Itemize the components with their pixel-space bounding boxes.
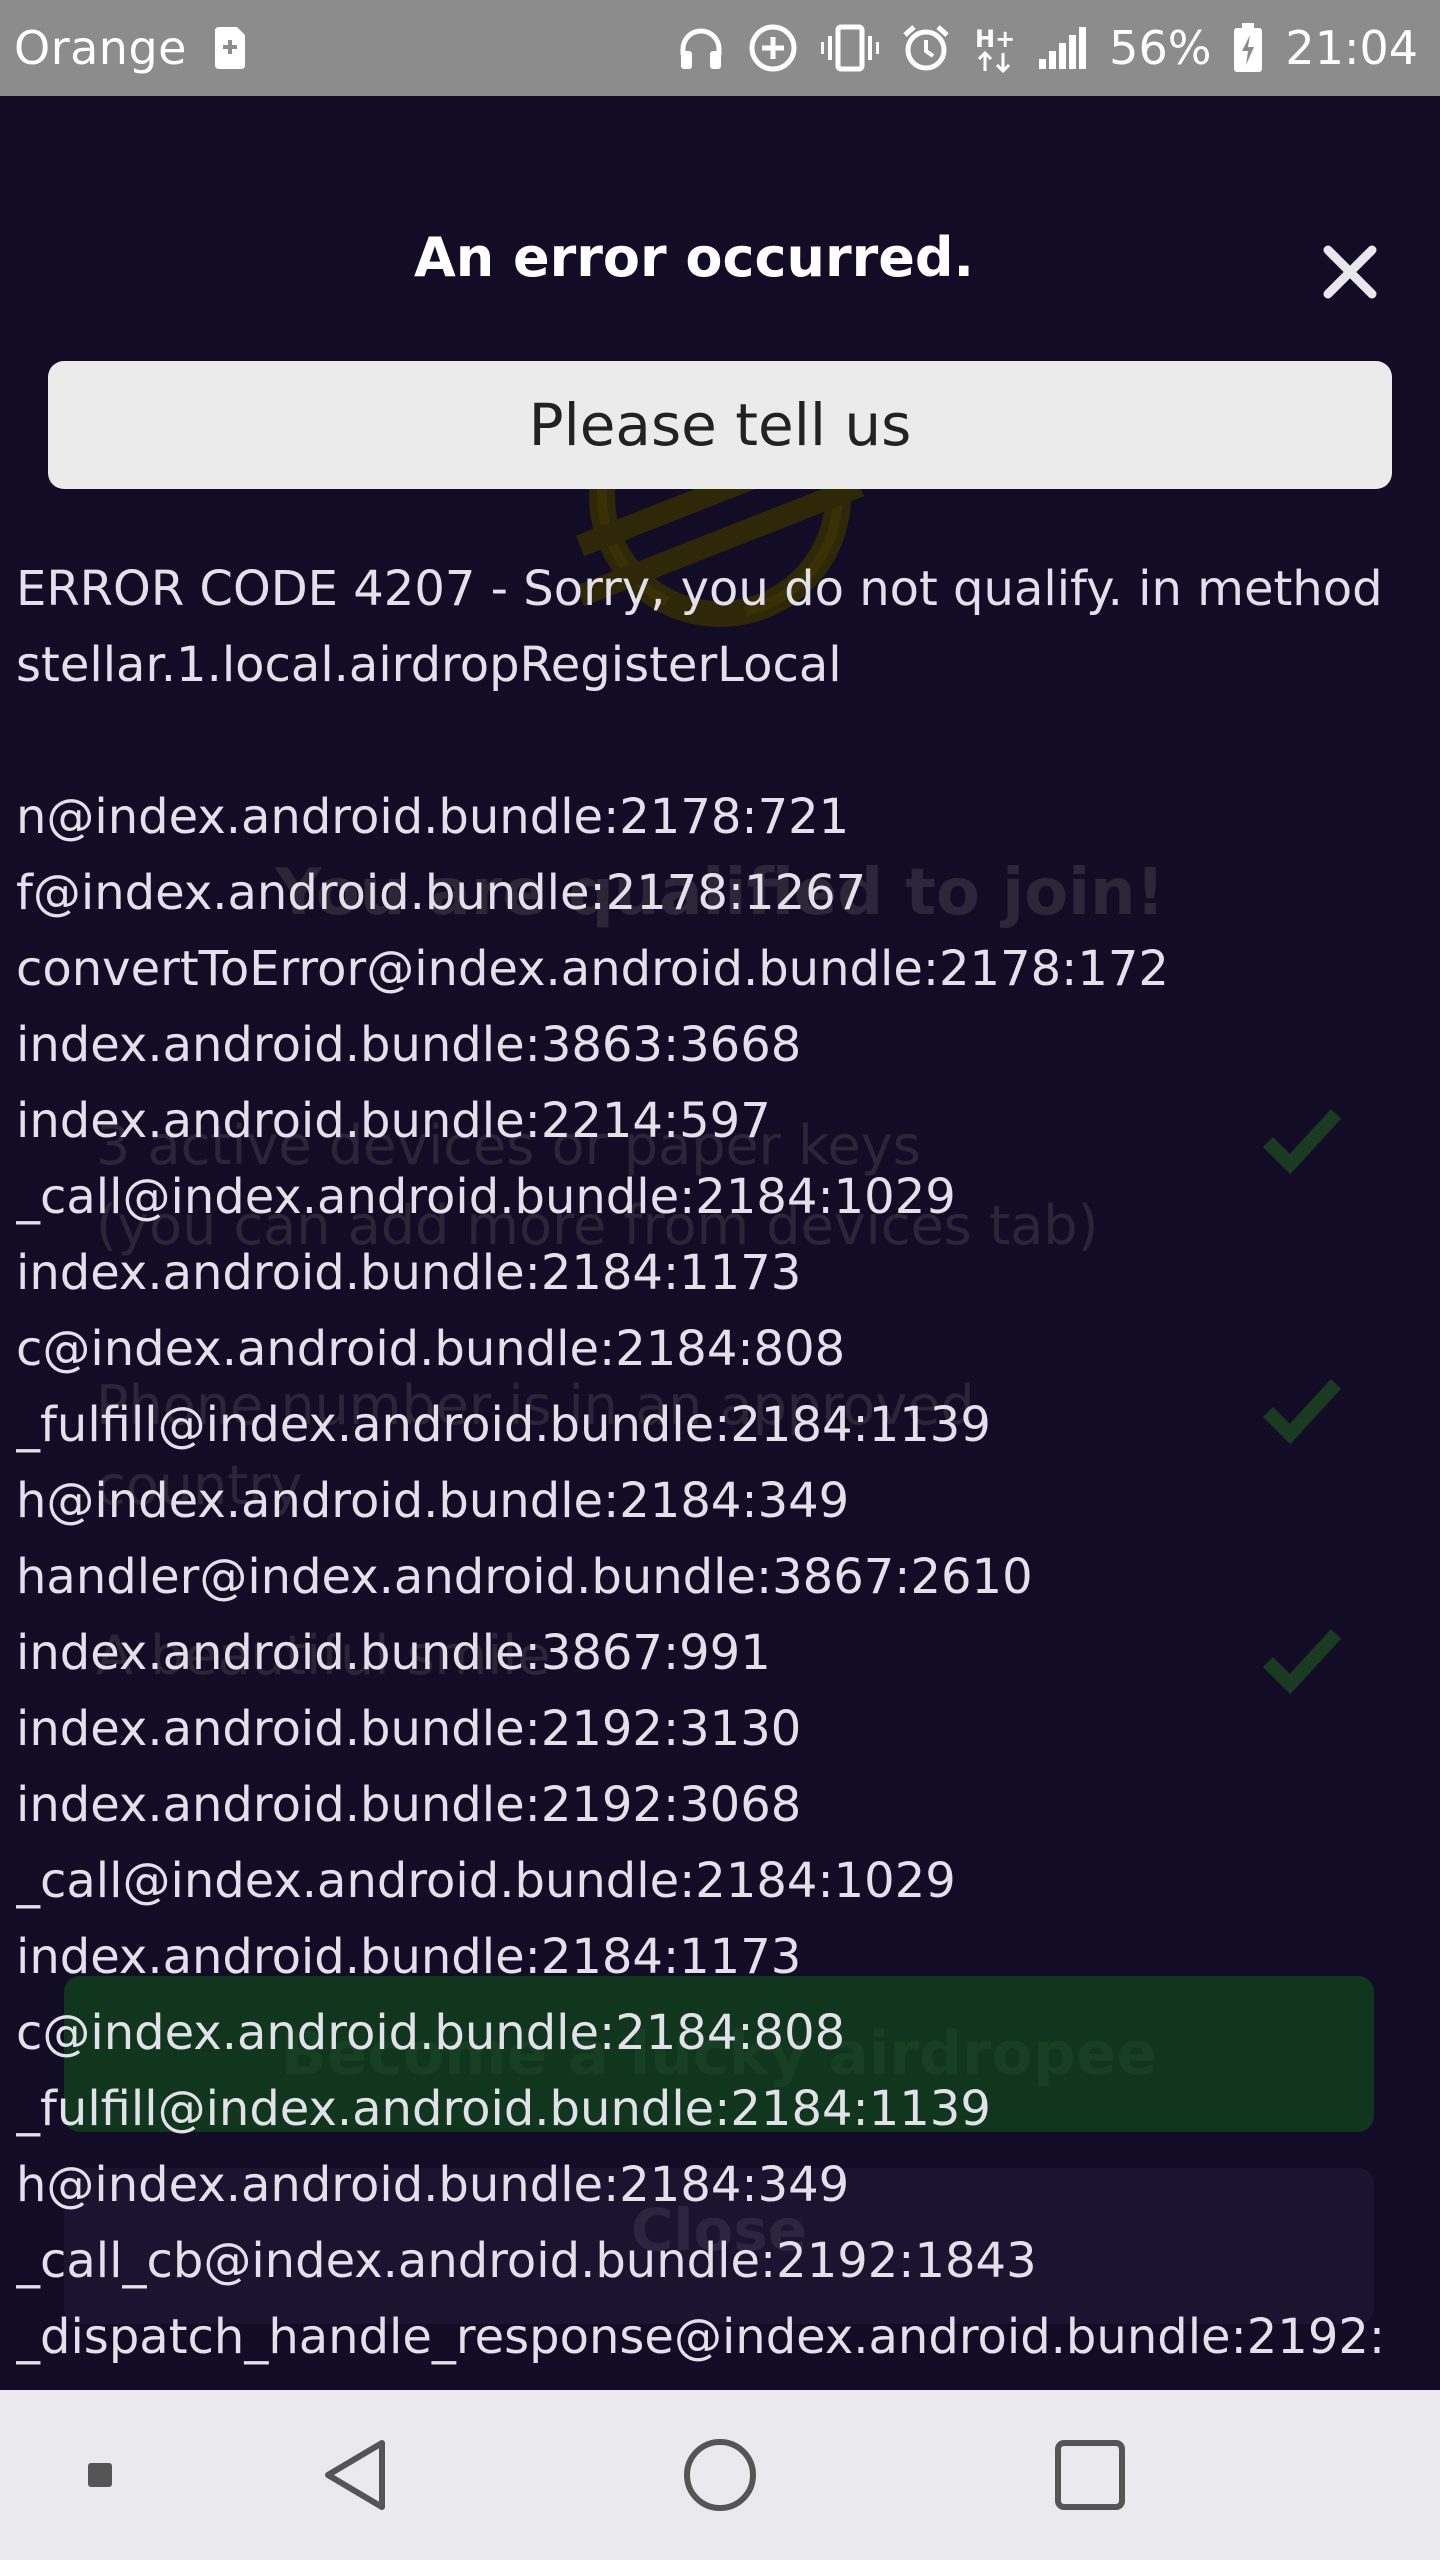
- error-line: _dispatch_handle_response@index.android.…: [16, 2309, 1386, 2365]
- error-line: h@index.android.bundle:2184:349: [16, 2157, 850, 2213]
- home-icon: [684, 2439, 756, 2511]
- notification-dot-button[interactable]: [70, 2390, 130, 2560]
- error-line: _call@index.android.bundle:2184:1029: [16, 1169, 956, 1225]
- error-line: c@index.android.bundle:2184:808: [16, 2005, 846, 2061]
- error-line: index.android.bundle:3863:3668: [16, 1017, 802, 1073]
- error-line: convertToError@index.android.bundle:2178…: [16, 941, 1169, 997]
- error-line: index.android.bundle:2184:1173: [16, 1245, 802, 1301]
- error-line: _call@index.android.bundle:2184:1029: [16, 1853, 956, 1909]
- vibrate-icon: [821, 24, 880, 72]
- error-line: index.android.bundle:3867:991: [16, 1625, 771, 1681]
- navigation-bar: [0, 2390, 1440, 2560]
- error-line: n@index.android.bundle:2178:721: [16, 789, 850, 845]
- error-line: ERROR CODE 4207 - Sorry, you do not qual…: [16, 561, 1383, 617]
- error-title: An error occurred.: [413, 226, 975, 289]
- close-button[interactable]: [1314, 236, 1386, 308]
- error-line: index.android.bundle:2192:3130: [16, 1701, 802, 1757]
- error-line: [16, 703, 1436, 779]
- error-line: handler@index.android.bundle:3867:2610: [16, 1549, 1033, 1605]
- error-line: index.android.bundle:2214:597: [16, 1093, 771, 1149]
- recents-icon: [1055, 2440, 1125, 2510]
- error-line: index.android.bundle:2184:1173: [16, 1929, 802, 1985]
- error-line: h@index.android.bundle:2184:349: [16, 1473, 850, 1529]
- battery-icon: [1233, 23, 1263, 73]
- sim-icon: [213, 25, 247, 71]
- clock: 21:04: [1285, 21, 1418, 75]
- error-line: _call_cb@index.android.bundle:2192:1843: [16, 2233, 1037, 2289]
- signal-icon: [1037, 25, 1087, 71]
- back-icon: [325, 2440, 385, 2510]
- home-button[interactable]: [660, 2390, 780, 2560]
- svg-text:H+: H+: [975, 25, 1015, 53]
- recents-button[interactable]: [1030, 2390, 1150, 2560]
- error-line: stellar.1.local.airdropRegisterLocal: [16, 637, 842, 693]
- battery-percent: 56%: [1109, 21, 1212, 75]
- headphones-icon: [677, 25, 725, 71]
- error-line: f@index.android.bundle:2178:1267: [16, 865, 867, 921]
- notification-dot-icon: [88, 2463, 112, 2487]
- please-tell-us-button[interactable]: Please tell us: [48, 361, 1392, 489]
- back-button[interactable]: [300, 2390, 410, 2560]
- error-line: c@index.android.bundle:2184:808: [16, 1321, 846, 1377]
- hplus-icon: H+: [973, 23, 1015, 73]
- error-line: _fulfill@index.android.bundle:2184:1139: [16, 1397, 991, 1453]
- data-saver-icon: [747, 22, 799, 74]
- carrier-name: Orange: [14, 21, 187, 75]
- alarm-icon: [901, 23, 951, 73]
- close-icon: [1323, 245, 1377, 299]
- status-bar: Orange H+ 56% 21:04: [0, 0, 1440, 96]
- error-overlay: An error occurred. Please tell us ERROR …: [0, 96, 1440, 2390]
- error-line: index.android.bundle:2192:3068: [16, 1777, 802, 1833]
- error-line: _fulfill@index.android.bundle:2184:1139: [16, 2081, 991, 2137]
- error-message: ERROR CODE 4207 - Sorry, you do not qual…: [16, 551, 1436, 2375]
